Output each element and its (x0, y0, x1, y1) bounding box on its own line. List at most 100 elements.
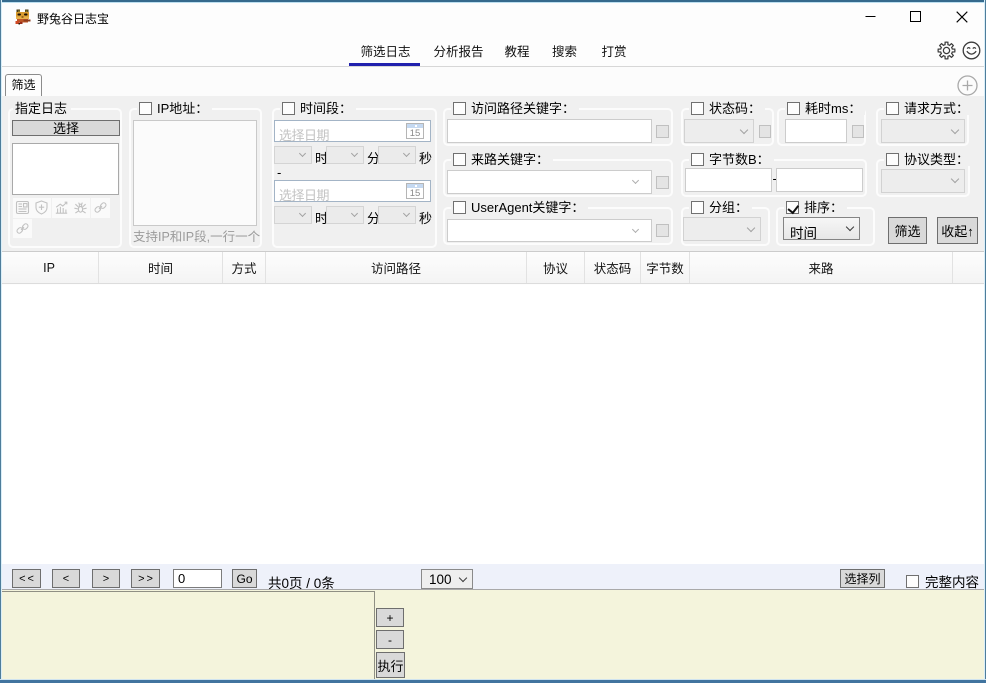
date-placeholder: 选择日期 (279, 125, 329, 144)
useragent-keyword-combo[interactable] (447, 219, 652, 243)
select-columns-button[interactable]: 选择列 (840, 569, 885, 588)
bytes-max-input[interactable] (776, 168, 863, 192)
next-page-button[interactable]: > (92, 569, 120, 588)
end-second-select[interactable] (378, 206, 416, 224)
first-page-button[interactable]: << (12, 569, 41, 588)
collapse-button[interactable]: 收起↑ (937, 217, 978, 244)
page-number-input[interactable]: 0 (173, 569, 222, 588)
status-code-combo[interactable] (684, 119, 754, 143)
menu-item-5[interactable]: 打赏 (602, 41, 627, 60)
method-checkbox[interactable] (886, 102, 899, 115)
calendar-icon[interactable]: 15 (406, 123, 424, 139)
group-protocol-label: 协议类型： (884, 153, 973, 166)
path-keyword-input[interactable] (447, 119, 652, 143)
column-header-4[interactable]: 访问路径 (266, 252, 527, 283)
date-start-input[interactable]: 选择日期 15 (274, 120, 431, 142)
last-page-button[interactable]: >> (131, 569, 160, 588)
smiley-icon[interactable] (962, 41, 981, 60)
column-header-6[interactable]: 状态码 (585, 252, 641, 283)
referer-keyword-combo[interactable] (447, 170, 652, 194)
request-method-combo[interactable] (881, 119, 965, 143)
combo-value: 100 (429, 572, 452, 587)
sort-checkbox[interactable] (786, 201, 799, 214)
maximize-button[interactable] (893, 2, 938, 31)
settings-gear-icon[interactable] (937, 41, 956, 60)
menu-item-2[interactable]: 分析报告 (434, 41, 484, 60)
column-header-3[interactable]: 方式 (223, 252, 266, 283)
ip-checkbox[interactable] (139, 102, 152, 115)
link-icon[interactable] (91, 198, 110, 218)
column-header-7[interactable]: 字节数 (641, 252, 690, 283)
date-placeholder: 选择日期 (279, 185, 329, 204)
sort-combo[interactable]: 时间 (783, 217, 860, 240)
execute-button[interactable]: 执行 (376, 652, 405, 678)
date-end-input[interactable]: 选择日期 15 (274, 180, 431, 202)
tab-filter[interactable]: 筛选 (5, 74, 42, 96)
status-checkbox[interactable] (691, 102, 704, 115)
end-minute-select[interactable] (326, 206, 364, 224)
protocol-checkbox[interactable] (886, 153, 899, 166)
bytes-min-input[interactable] (685, 168, 772, 192)
grouping-checkbox[interactable] (691, 201, 704, 214)
elapsed-extra-checkbox[interactable] (852, 125, 865, 138)
elapsed-input[interactable] (785, 119, 847, 143)
page-size-combo[interactable]: 100 (421, 569, 473, 589)
protocol-combo[interactable] (881, 169, 965, 193)
path-checkbox[interactable] (453, 102, 466, 115)
chart-bars-icon[interactable] (52, 198, 71, 218)
prev-page-button[interactable]: < (52, 569, 80, 588)
title-bar: 野兔谷日志宝 (0, 2, 986, 31)
start-minute-select[interactable] (326, 146, 364, 164)
referer-checkbox[interactable] (453, 153, 466, 166)
calendar-icon[interactable]: 15 (406, 183, 424, 199)
ip-textarea[interactable] (133, 120, 257, 226)
useragent-extra-checkbox[interactable] (656, 224, 669, 237)
column-header-5[interactable]: 协议 (527, 252, 585, 283)
column-header-1[interactable]: IP (0, 252, 99, 283)
link-icon[interactable] (13, 219, 32, 239)
full-content-checkbox[interactable] (906, 575, 919, 588)
useragent-checkbox[interactable] (453, 201, 466, 214)
log-card-icon[interactable] (13, 198, 32, 218)
menu-item-1[interactable]: 筛选日志 (361, 41, 411, 60)
column-header-2[interactable]: 时间 (99, 252, 223, 283)
grouping-combo[interactable] (683, 217, 761, 241)
spider-icon[interactable] (71, 198, 90, 218)
log-card-glyph (14, 199, 31, 216)
end-hour-select[interactable] (274, 206, 312, 224)
minimize-button[interactable] (848, 2, 893, 31)
filter-panel: 指定日志 选择 IP地址： 支持IP和IP段,一行一个 时间段： 选择日期 15 (0, 96, 986, 252)
footer-box[interactable] (0, 591, 375, 683)
shield-plus-icon[interactable] (32, 198, 51, 218)
start-hour-select[interactable] (274, 146, 312, 164)
label-text: 字节数B： (709, 153, 770, 166)
menu-bar: 筛选日志 分析报告 教程 搜索 打赏 (0, 31, 986, 66)
add-tab-icon[interactable] (957, 75, 978, 96)
chevron-down-icon (631, 226, 638, 233)
subtract-button[interactable]: - (376, 630, 404, 649)
chevron-down-icon (351, 150, 358, 157)
time-range-separator: - (277, 165, 281, 180)
time-checkbox[interactable] (282, 102, 295, 115)
filter-button[interactable]: 筛选 (888, 217, 927, 244)
group-time-label: 时间段： (280, 102, 356, 115)
elapsed-checkbox[interactable] (787, 102, 800, 115)
minimize-icon (865, 11, 876, 22)
path-extra-checkbox[interactable] (656, 125, 669, 138)
menu-item-4[interactable]: 搜索 (552, 41, 577, 60)
label-text: IP地址： (157, 102, 208, 115)
column-header-8[interactable]: 来路 (690, 252, 953, 283)
calendar-day: 15 (407, 188, 423, 199)
status-extra-checkbox[interactable] (759, 125, 772, 138)
group-grouping-label: 分组： (689, 201, 752, 214)
select-log-button[interactable]: 选择 (12, 120, 120, 137)
log-listbox[interactable] (12, 143, 119, 196)
bytes-checkbox[interactable] (691, 153, 704, 166)
referer-extra-checkbox[interactable] (656, 176, 669, 189)
go-button[interactable]: Go (232, 569, 257, 588)
close-button[interactable] (939, 2, 984, 31)
start-second-select[interactable] (378, 146, 416, 164)
add-button[interactable]: + (376, 608, 404, 627)
label-text: 分组： (709, 201, 748, 214)
menu-item-3[interactable]: 教程 (505, 41, 530, 60)
